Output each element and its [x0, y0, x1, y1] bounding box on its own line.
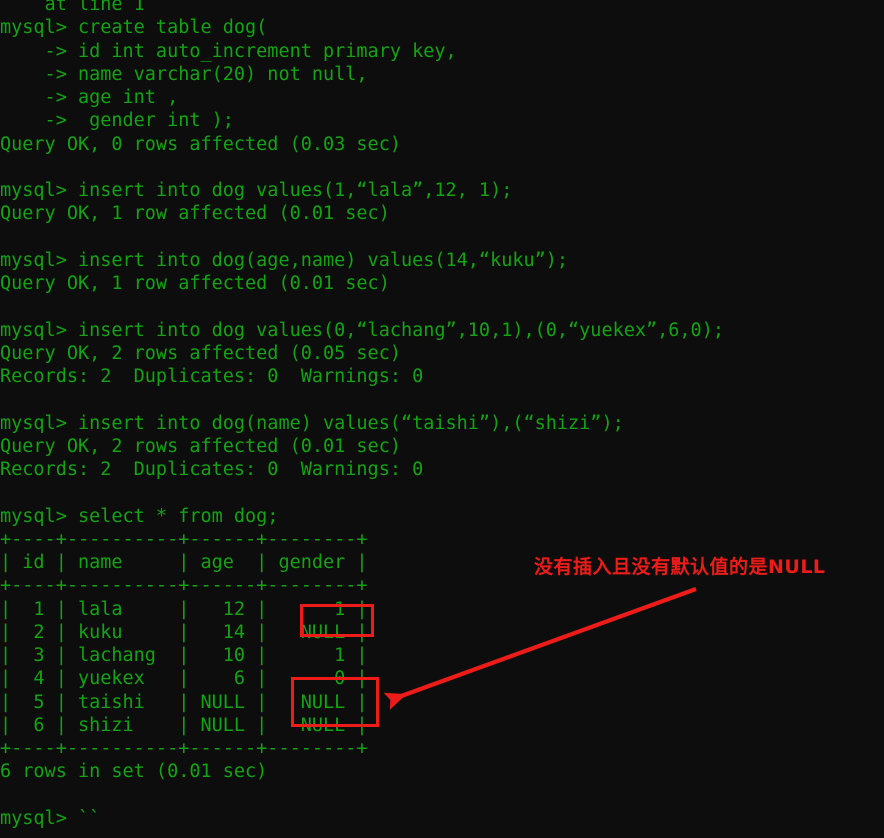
terminal-line: +----+----------+------+--------+	[0, 738, 368, 759]
terminal-line: Query OK, 2 rows affected (0.01 sec)	[0, 435, 401, 457]
terminal-line: Query OK, 1 row affected (0.01 sec)	[0, 273, 390, 294]
terminal-line: +----+----------+------+--------+	[0, 528, 368, 550]
terminal-line: Records: 2 Duplicates: 0 Warnings: 0	[0, 459, 424, 480]
terminal-line: | 1 | lala | 12 | 1 |	[0, 598, 368, 620]
terminal-line: Records: 2 Duplicates: 0 Warnings: 0	[0, 366, 424, 387]
terminal-line: mysql> insert into dog(age,name) values(…	[0, 249, 569, 271]
terminal-line: | id | name | age | gender |	[0, 552, 368, 573]
terminal-line: | 4 | yuekex | 6 | 0 |	[0, 668, 368, 690]
terminal-line: Query OK, 0 rows affected (0.03 sec)	[0, 133, 401, 155]
terminal-line: -> id int auto_increment primary key,	[0, 40, 457, 62]
terminal-line: at line 1	[0, 0, 145, 15]
terminal-line: Query OK, 1 row affected (0.01 sec)	[0, 203, 390, 225]
terminal-line: 6 rows in set (0.01 sec)	[0, 761, 268, 783]
terminal-line: +----+----------+------+--------+	[0, 575, 368, 597]
terminal-line: -> age int ,	[0, 87, 179, 108]
terminal-line: -> gender int );	[0, 110, 234, 132]
terminal-line: | 3 | lachang | 10 | 1 |	[0, 645, 368, 666]
terminal-line: mysql> insert into dog(name) values(“tai…	[0, 412, 624, 434]
terminal-line: mysql> select * from dog;	[0, 505, 279, 527]
terminal-line: mysql> insert into dog values(0,“lachang…	[0, 319, 724, 341]
terminal-line: | 5 | taishi | NULL | NULL |	[0, 691, 368, 713]
terminal-line: mysql> ``	[0, 807, 101, 829]
terminal-line: mysql> create table dog(	[0, 17, 268, 39]
terminal-line: mysql> insert into dog values(1,“lala”,1…	[0, 180, 513, 201]
terminal-screen: at line 1 mysql> create table dog( -> id …	[0, 0, 884, 838]
terminal-line: Query OK, 2 rows affected (0.05 sec)	[0, 342, 401, 364]
terminal-line: | 6 | shizi | NULL | NULL |	[0, 714, 368, 736]
terminal-line: -> name varchar(20) not null,	[0, 63, 368, 85]
terminal-output[interactable]: at line 1 mysql> create table dog( -> id …	[0, 0, 884, 830]
terminal-line: | 2 | kuku | 14 | NULL |	[0, 621, 368, 643]
